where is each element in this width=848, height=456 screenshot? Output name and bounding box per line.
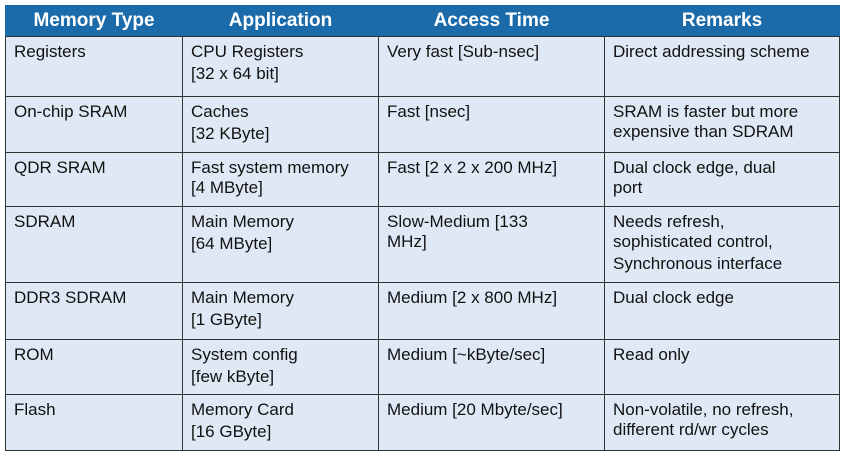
application-line: [32 x 64 bit]	[191, 64, 279, 83]
remarks-line: different rd/wr cycles	[613, 420, 769, 439]
cell-memory-type: On-chip SRAM	[5, 96, 183, 153]
cell-memory-type: Flash	[5, 394, 183, 451]
header-application: Application	[182, 5, 379, 37]
cell-memory-type: QDR SRAM	[5, 152, 183, 207]
application-line: CPU Registers	[191, 42, 304, 61]
application-line: [32 KByte]	[191, 124, 270, 143]
cell-memory-type: Registers	[5, 36, 183, 97]
memory-type-text: Registers	[14, 42, 86, 61]
cell-remarks: Direct addressing scheme	[604, 36, 840, 97]
access-time-text: Very fast [Sub-nsec]	[387, 42, 540, 61]
application-line: System config	[191, 345, 298, 364]
remarks-line: sophisticated control,	[613, 232, 773, 251]
remarks-line: Synchronous interface	[613, 254, 783, 273]
cell-remarks: Dual clock edge	[604, 282, 840, 340]
cell-remarks: Needs refresh, sophisticated control, Sy…	[604, 206, 840, 283]
header-row: Memory Type Application Access Time Rema…	[5, 5, 840, 37]
access-time-text: Medium [~kByte/sec]	[387, 345, 546, 364]
application-line: [few kByte]	[191, 367, 275, 386]
table-row: QDR SRAM Fast system memory [4 MByte] Fa…	[5, 152, 840, 207]
memory-type-text: On-chip SRAM	[14, 102, 128, 121]
access-time-text: Medium [20 Mbyte/sec]	[387, 400, 563, 419]
cell-access-time: Very fast [Sub-nsec]	[378, 36, 605, 97]
cell-remarks: Non-volatile, no refresh, different rd/w…	[604, 394, 840, 451]
remarks-line: Dual clock edge	[613, 288, 734, 307]
cell-access-time: Fast [nsec]	[378, 96, 605, 153]
remarks-line: SRAM is faster but more	[613, 102, 799, 121]
cell-access-time: Fast [2 x 2 x 200 MHz]	[378, 152, 605, 207]
cell-application: Main Memory [1 GByte]	[182, 282, 379, 340]
remarks-line: Dual clock edge, dual	[613, 158, 776, 177]
header-remarks: Remarks	[604, 5, 840, 37]
application-line: [16 GByte]	[191, 422, 272, 441]
access-time-text: Fast [nsec]	[387, 102, 471, 121]
application-line: Fast system memory	[191, 158, 349, 177]
header-access-time: Access Time	[378, 5, 605, 37]
application-line: Caches	[191, 102, 249, 121]
cell-access-time: Medium [20 Mbyte/sec]	[378, 394, 605, 451]
table-row: On-chip SRAM Caches [32 KByte] Fast [nse…	[5, 96, 840, 153]
table-row: SDRAM Main Memory [64 MByte] Slow-Medium…	[5, 206, 840, 283]
memory-table-container: Memory Type Application Access Time Rema…	[5, 5, 840, 451]
cell-remarks: Read only	[604, 339, 840, 395]
cell-application: Main Memory [64 MByte]	[182, 206, 379, 283]
cell-application: Fast system memory [4 MByte]	[182, 152, 379, 207]
cell-remarks: SRAM is faster but more expensive than S…	[604, 96, 840, 153]
table-row: ROM System config [few kByte] Medium [~k…	[5, 339, 840, 395]
table-header: Memory Type Application Access Time Rema…	[5, 5, 840, 37]
cell-access-time: Slow-Medium [133 MHz]	[378, 206, 605, 283]
cell-memory-type: SDRAM	[5, 206, 183, 283]
memory-types-table: Memory Type Application Access Time Rema…	[5, 5, 840, 451]
memory-type-text: DDR3 SDRAM	[14, 288, 127, 307]
table-row: DDR3 SDRAM Main Memory [1 GByte] Medium …	[5, 282, 840, 340]
remarks-line: Direct addressing scheme	[613, 42, 810, 61]
table-row: Registers CPU Registers [32 x 64 bit] Ve…	[5, 36, 840, 97]
header-memory-type: Memory Type	[5, 5, 183, 37]
memory-type-text: ROM	[14, 345, 54, 364]
table-row: Flash Memory Card [16 GByte] Medium [20 …	[5, 394, 840, 451]
cell-application: Caches [32 KByte]	[182, 96, 379, 153]
application-line: [1 GByte]	[191, 310, 262, 329]
memory-type-text: QDR SRAM	[14, 158, 106, 177]
cell-memory-type: ROM	[5, 339, 183, 395]
remarks-line: port	[613, 178, 643, 197]
application-line: [64 MByte]	[191, 234, 273, 253]
cell-memory-type: DDR3 SDRAM	[5, 282, 183, 340]
remarks-line: Read only	[613, 345, 690, 364]
application-line: [4 MByte]	[191, 178, 263, 197]
application-line: Main Memory	[191, 212, 294, 231]
cell-remarks: Dual clock edge, dual port	[604, 152, 840, 207]
remarks-line: Needs refresh,	[613, 212, 725, 231]
table-body: Registers CPU Registers [32 x 64 bit] Ve…	[5, 36, 840, 451]
memory-type-text: Flash	[14, 400, 56, 419]
memory-type-text: SDRAM	[14, 212, 76, 231]
remarks-line: Non-volatile, no refresh,	[613, 400, 794, 419]
access-time-text: Slow-Medium [133 MHz]	[387, 212, 528, 251]
cell-application: Memory Card [16 GByte]	[182, 394, 379, 451]
remarks-line: expensive than SDRAM	[613, 122, 794, 141]
cell-access-time: Medium [~kByte/sec]	[378, 339, 605, 395]
application-line: Memory Card	[191, 400, 294, 419]
cell-application: System config [few kByte]	[182, 339, 379, 395]
access-time-text: Fast [2 x 2 x 200 MHz]	[387, 158, 558, 177]
access-time-text: Medium [2 x 800 MHz]	[387, 288, 558, 307]
cell-application: CPU Registers [32 x 64 bit]	[182, 36, 379, 97]
application-line: Main Memory	[191, 288, 294, 307]
cell-access-time: Medium [2 x 800 MHz]	[378, 282, 605, 340]
